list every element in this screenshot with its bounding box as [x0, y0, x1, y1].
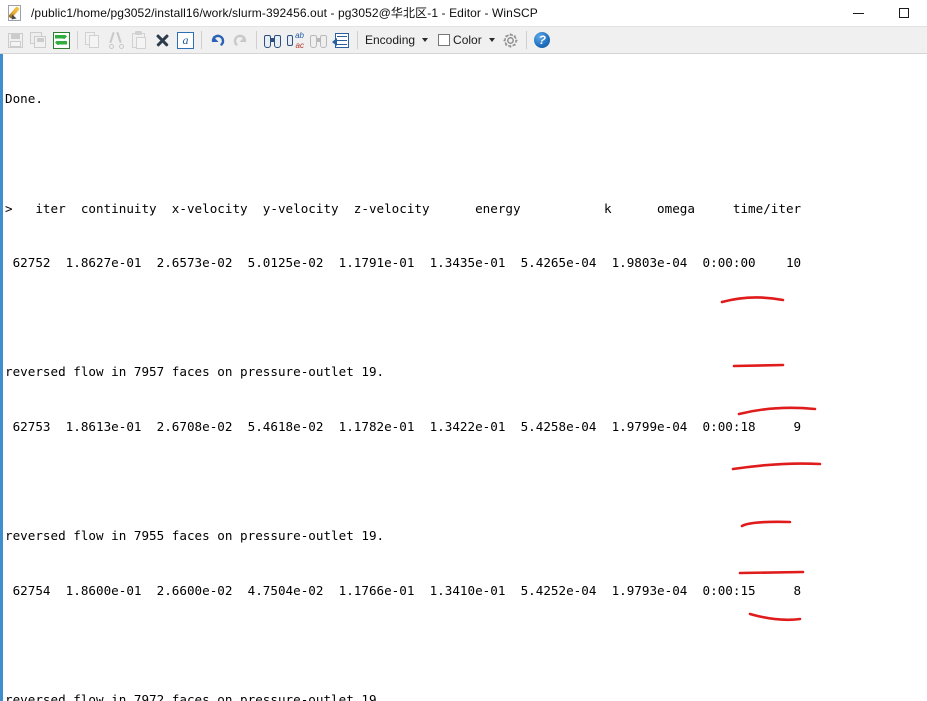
replace-ab-ac-icon: ab ac: [287, 31, 304, 50]
binoculars-next-icon: [310, 32, 327, 49]
help-button[interactable]: ?: [531, 29, 554, 52]
find-button[interactable]: [261, 29, 284, 52]
scissors-icon: [108, 31, 125, 49]
title-bar: /public1/home/pg3052/install16/work/slur…: [0, 0, 927, 26]
editor-line: Done.: [5, 91, 43, 107]
find-next-button[interactable]: [307, 29, 330, 52]
save-all-button[interactable]: [27, 29, 50, 52]
editor-line: reversed flow in 7957 faces on pressure-…: [5, 364, 385, 380]
undo-button[interactable]: [206, 29, 229, 52]
minimize-button[interactable]: [835, 0, 881, 26]
preferences-button[interactable]: [499, 29, 522, 52]
toolbar-separator: [77, 31, 78, 49]
floppy-disk-icon: [7, 32, 24, 49]
binoculars-icon: [264, 32, 281, 49]
maximize-button[interactable]: [881, 0, 927, 26]
editor-line: 62754 1.8600e-01 2.6600e-02 4.7504e-02 1…: [5, 582, 802, 598]
gear-icon: [502, 32, 519, 49]
color-menu-label[interactable]: Color: [450, 33, 485, 47]
cut-button[interactable]: [105, 29, 128, 52]
editor-area[interactable]: Done. > iter continuity x-velocity y-vel…: [0, 54, 927, 701]
encoding-chevron-down-icon[interactable]: [422, 38, 429, 42]
reload-button[interactable]: [50, 29, 73, 52]
editor-line: 62753 1.8613e-01 2.6708e-02 5.4618e-02 1…: [5, 418, 802, 434]
toolbar-separator: [525, 31, 527, 49]
toolbar: a ab ac Encoding Color ?: [0, 26, 927, 54]
help-question-icon: ?: [534, 32, 551, 48]
replace-button[interactable]: ab ac: [284, 29, 307, 52]
clipboard-paste-icon: [131, 30, 148, 49]
refresh-arrows-icon: [53, 31, 70, 49]
color-chevron-down-icon[interactable]: [488, 38, 495, 42]
toolbar-separator: [201, 31, 202, 49]
winscp-editor-window: /public1/home/pg3052/install16/work/slur…: [0, 0, 927, 701]
go-to-line-icon: [332, 32, 350, 49]
toolbar-separator: [256, 31, 257, 49]
minimize-icon: [852, 12, 864, 14]
editor-line: reversed flow in 7972 faces on pressure-…: [5, 691, 385, 701]
window-controls: [835, 0, 927, 26]
editor-document-pencil-icon: [7, 4, 25, 22]
floppy-disk-stack-icon: [30, 31, 47, 49]
go-to-line-button[interactable]: [330, 29, 353, 52]
close-x-icon: [154, 32, 171, 49]
color-checkbox[interactable]: [438, 34, 451, 46]
delete-button[interactable]: [151, 29, 174, 52]
redo-button[interactable]: [229, 29, 252, 52]
window-title: /public1/home/pg3052/install16/work/slur…: [31, 6, 538, 20]
editor-line: reversed flow in 7955 faces on pressure-…: [5, 528, 385, 544]
letter-a-box-icon: a: [177, 31, 194, 49]
select-all-button[interactable]: a: [174, 29, 197, 52]
copy-button[interactable]: [82, 29, 105, 52]
redo-arrow-icon: [232, 32, 249, 49]
maximize-icon: [899, 8, 909, 18]
save-button[interactable]: [4, 29, 27, 52]
editor-line: > iter continuity x-velocity y-velocity …: [5, 200, 802, 216]
encoding-menu-label[interactable]: Encoding: [362, 33, 418, 47]
editor-line: 62752 1.8627e-01 2.6573e-02 5.0125e-02 1…: [5, 255, 802, 271]
toolbar-separator: [357, 31, 358, 49]
paste-button[interactable]: [128, 29, 151, 52]
undo-arrow-icon: [209, 32, 226, 49]
copy-pages-icon: [85, 31, 102, 49]
editor-text[interactable]: Done. > iter continuity x-velocity y-vel…: [0, 54, 927, 701]
